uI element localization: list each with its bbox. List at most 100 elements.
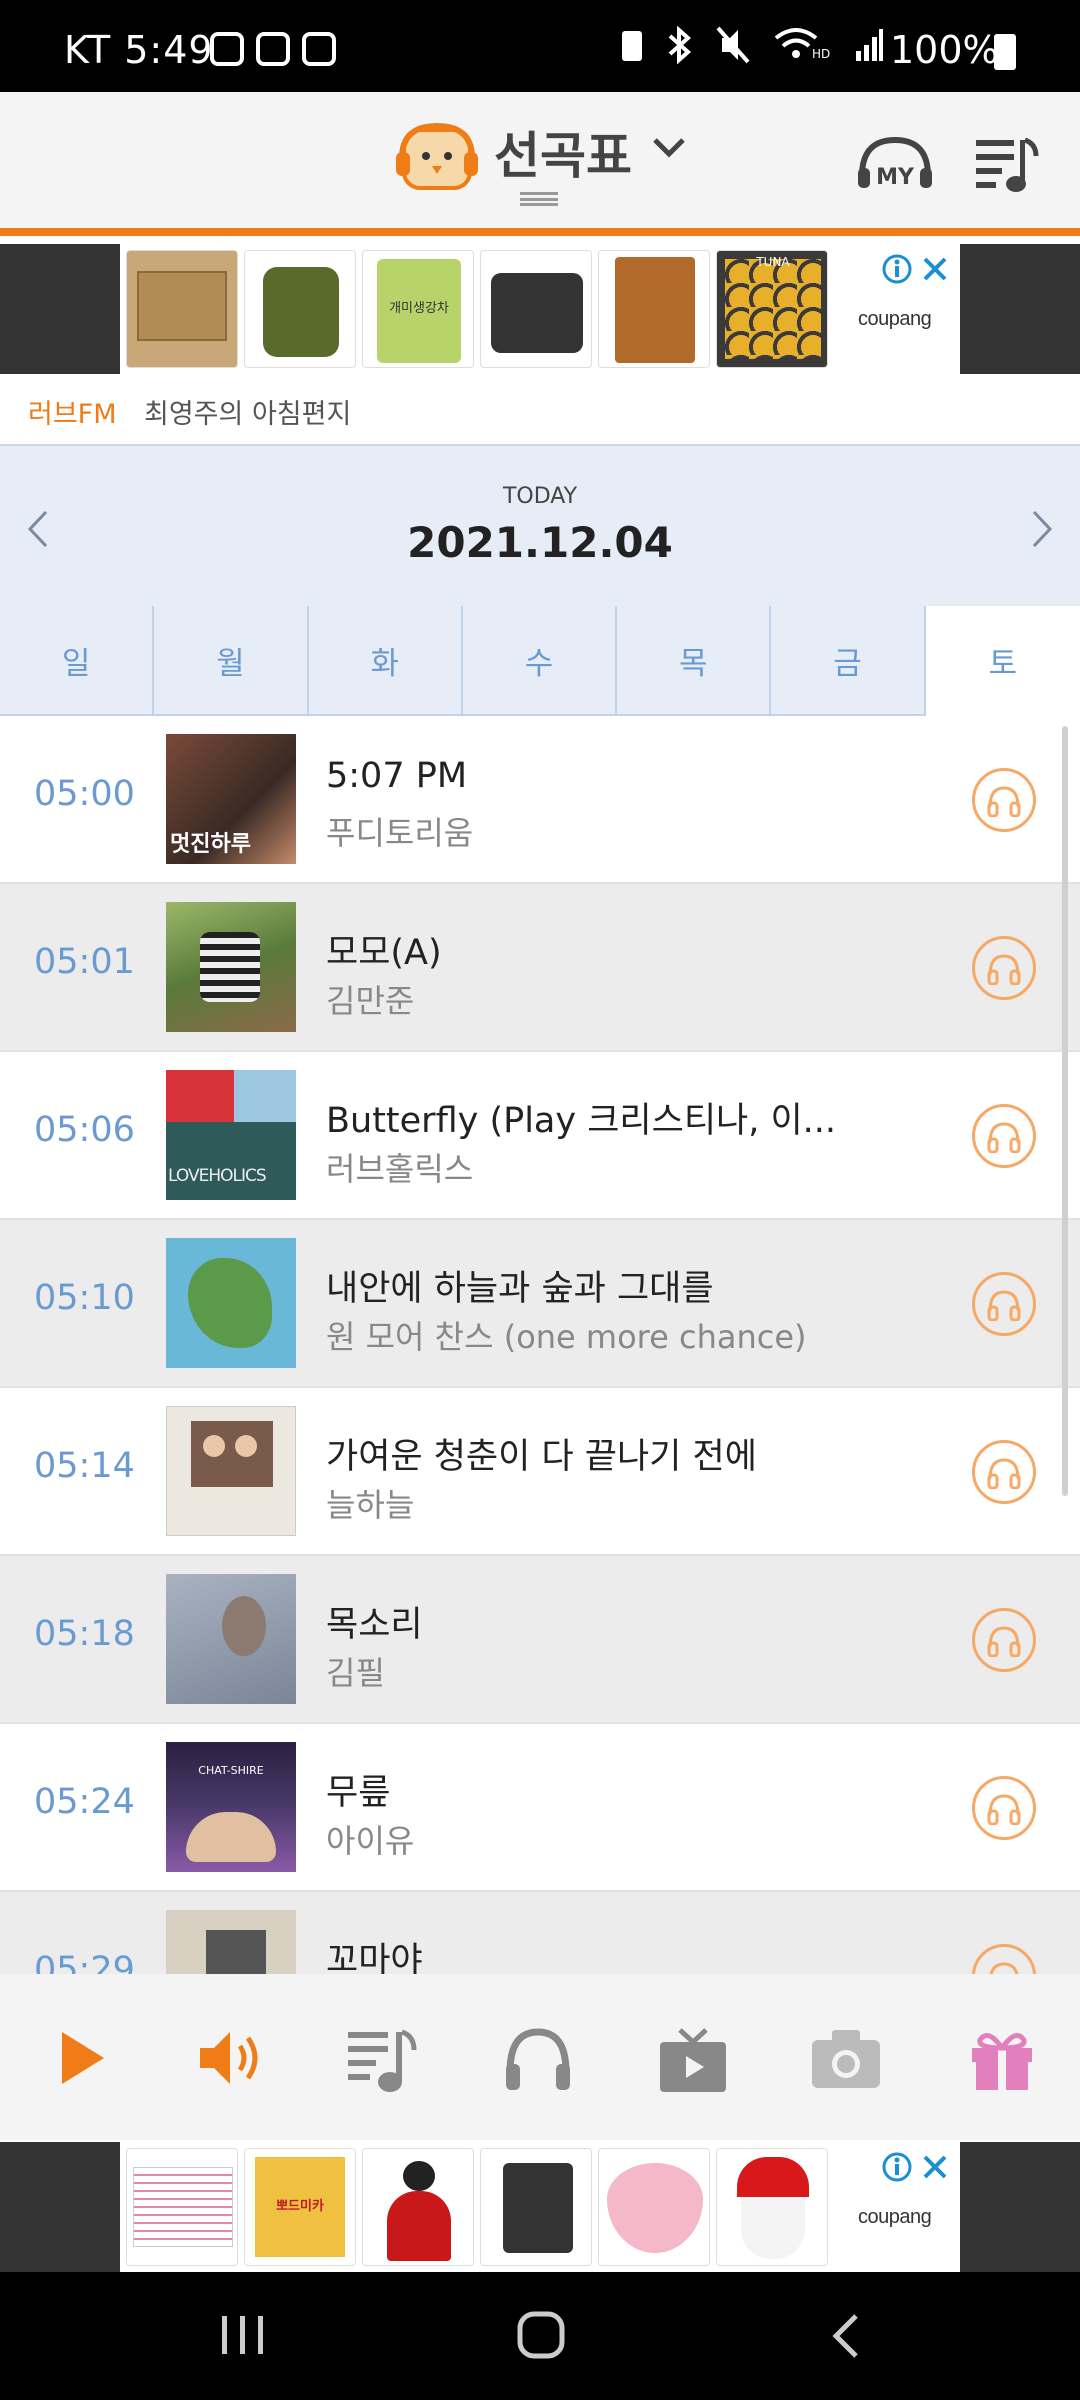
headphones-icon[interactable]: [504, 2026, 572, 2092]
ad-product-image[interactable]: [480, 2148, 592, 2266]
chevron-down-icon[interactable]: [652, 136, 686, 160]
headphones-icon: [987, 954, 1021, 985]
headphones-icon: [987, 786, 1021, 817]
notification-icon: [256, 32, 290, 66]
song-row[interactable]: 05:18 목소리 김필: [0, 1556, 1080, 1724]
listen-button[interactable]: [972, 1104, 1036, 1168]
battery-saver-icon: [622, 31, 642, 61]
carrier-time: KT 5:49: [64, 28, 214, 72]
song-artist: 원 모어 찬스 (one more chance): [326, 1318, 807, 1356]
play-icon[interactable]: [54, 2026, 110, 2090]
listen-button[interactable]: [972, 768, 1036, 832]
song-row[interactable]: 05:00 멋진하루 5:07 PM 푸디토리움: [0, 716, 1080, 884]
playlist-icon[interactable]: [346, 2026, 418, 2096]
volume-icon[interactable]: [196, 2026, 266, 2090]
headphones-icon: [987, 1290, 1021, 1321]
tab-wednesday[interactable]: 수: [462, 606, 618, 716]
song-artist: 늘하늘: [326, 1486, 415, 1524]
listen-button[interactable]: [972, 1944, 1036, 1974]
ad-product-image[interactable]: [598, 2148, 710, 2266]
mute-icon: [716, 26, 750, 64]
song-row[interactable]: 05:29 꼬마야: [0, 1892, 1080, 1974]
album-art: 멋진하루: [166, 734, 296, 864]
next-date-arrow-icon[interactable]: [1024, 506, 1058, 552]
ad-product-image[interactable]: [598, 250, 710, 368]
svg-text:HD: HD: [812, 47, 830, 61]
headphones-icon: [987, 1458, 1021, 1489]
ad-product-label: 개미생강차: [389, 301, 449, 316]
album-art: [166, 902, 296, 1032]
my-label: MY: [876, 165, 915, 190]
ad-product-image[interactable]: 개미생강차: [362, 250, 474, 368]
song-time: 05:06: [34, 1110, 135, 1150]
camera-icon[interactable]: [810, 2026, 882, 2090]
my-button[interactable]: MY: [856, 134, 934, 194]
back-icon[interactable]: [826, 2312, 866, 2360]
ad-banner-bottom[interactable]: 뽀드미카 coupang: [0, 2142, 1080, 2272]
song-row[interactable]: 05:10 내안에 하늘과 숲과 그대를 원 모어 찬스 (one more c…: [0, 1220, 1080, 1388]
album-art: LOVEHOLICS: [166, 1070, 296, 1200]
song-row[interactable]: 05:06 LOVEHOLICS Butterfly (Play 크리스티나, …: [0, 1052, 1080, 1220]
album-art-text: LOVEHOLICS: [168, 1166, 267, 1186]
page-title[interactable]: 선곡표: [494, 116, 632, 188]
song-row[interactable]: 05:01 모모(A) 김만준: [0, 884, 1080, 1052]
drag-handle[interactable]: [520, 192, 558, 206]
headphones-icon: [987, 1794, 1021, 1825]
song-artist: 김만준: [326, 982, 415, 1020]
recent-apps-icon[interactable]: [218, 2312, 268, 2358]
ad-product-image[interactable]: TUNA: [716, 250, 828, 368]
ad-product-image[interactable]: 뽀드미카: [244, 2148, 356, 2266]
ad-product-image[interactable]: [480, 250, 592, 368]
album-art-text: CHAT-SHIRE: [198, 1764, 264, 1777]
song-row[interactable]: 05:24 CHAT-SHIRE 무릎 아이유: [0, 1724, 1080, 1892]
song-title: Butterfly (Play 크리스티나, 이...: [326, 1101, 837, 1141]
system-icons: HD: [620, 26, 884, 64]
playlist-button[interactable]: [974, 132, 1040, 196]
tab-friday[interactable]: 금: [771, 606, 926, 716]
ad-product-image[interactable]: [126, 250, 238, 368]
tab-sunday[interactable]: 일: [0, 606, 155, 716]
listen-button[interactable]: [972, 1440, 1036, 1504]
album-art-text: 멋진하루: [170, 832, 251, 857]
battery-percent: 100%: [890, 28, 999, 72]
close-icon[interactable]: [920, 254, 950, 284]
ad-product-label: TUNA: [756, 255, 790, 269]
song-time: 05:10: [34, 1278, 135, 1318]
song-list[interactable]: 05:00 멋진하루 5:07 PM 푸디토리움 05:01 모모(A) 김만준…: [0, 716, 1080, 1974]
song-title: 5:07 PM: [326, 756, 468, 796]
album-art: [166, 1238, 296, 1368]
tab-saturday[interactable]: 토: [925, 606, 1080, 716]
listen-button[interactable]: [972, 936, 1036, 1000]
ad-content[interactable]: 뽀드미카 coupang: [120, 2142, 960, 2272]
ad-product-image[interactable]: [126, 2148, 238, 2266]
listen-button[interactable]: [972, 1608, 1036, 1672]
song-time: 05:01: [34, 942, 135, 982]
info-icon[interactable]: [882, 2152, 912, 2182]
tab-tuesday[interactable]: 화: [308, 606, 463, 716]
home-icon[interactable]: [516, 2310, 566, 2360]
ad-product-image[interactable]: [362, 2148, 474, 2266]
song-row[interactable]: 05:14 가여운 청춘이 다 끝나기 전에 늘하늘: [0, 1388, 1080, 1556]
tab-monday[interactable]: 월: [154, 606, 309, 716]
bluetooth-icon: [668, 26, 692, 64]
listen-button[interactable]: [972, 1776, 1036, 1840]
listen-button[interactable]: [972, 1272, 1036, 1336]
station-name: 러브FM: [28, 399, 117, 430]
gift-icon[interactable]: [968, 2026, 1036, 2092]
tv-icon[interactable]: [658, 2026, 728, 2096]
tab-thursday[interactable]: 목: [617, 606, 772, 716]
scrollbar[interactable]: [1062, 726, 1068, 1496]
ad-brand: coupang: [858, 2206, 932, 2228]
ad-content[interactable]: 개미생강차 TUNA coupang: [120, 244, 960, 374]
song-title: 꼬마야: [326, 1941, 423, 1974]
ad-banner-top[interactable]: 개미생강차 TUNA coupang: [0, 244, 1080, 374]
song-title: 모모(A): [326, 933, 442, 973]
notification-icons: [210, 32, 336, 66]
album-art: CHAT-SHIRE: [166, 1742, 296, 1872]
info-icon[interactable]: [882, 254, 912, 284]
ad-product-image[interactable]: [716, 2148, 828, 2266]
song-time: 05:00: [34, 774, 135, 814]
ad-product-image[interactable]: [244, 250, 356, 368]
song-title: 내안에 하늘과 숲과 그대를: [326, 1269, 714, 1309]
close-icon[interactable]: [920, 2152, 950, 2182]
